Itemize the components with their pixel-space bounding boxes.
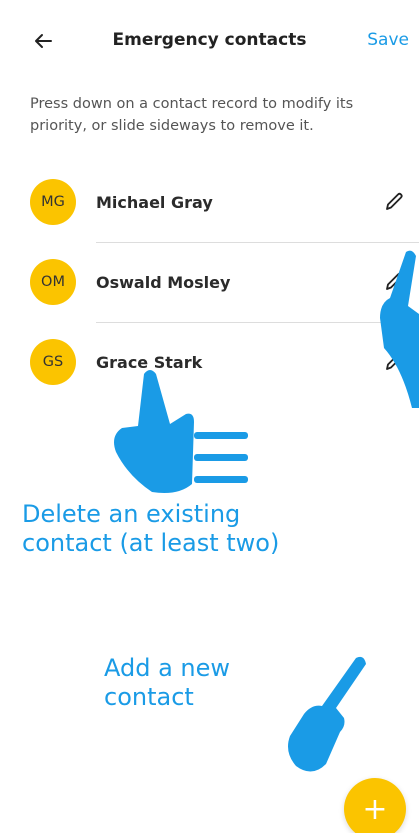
delete-annotation: Delete an existing contact (at least two… [22, 500, 279, 558]
pencil-icon [386, 192, 403, 210]
avatar: OM [30, 259, 76, 305]
pointing-hand-icon [288, 656, 366, 772]
delete-annotation-line-2: contact (at least two) [22, 529, 280, 557]
add-annotation-line-1: Add a new [104, 654, 231, 682]
swipe-hand-icon [114, 370, 248, 493]
pointing-hand-icon [380, 250, 419, 408]
edit-button[interactable] [381, 189, 407, 215]
app-header: Emergency contacts Save [0, 0, 419, 84]
contact-name: Michael Gray [96, 192, 213, 212]
plus-icon: + [362, 791, 388, 827]
add-annotation-line-2: contact [104, 683, 194, 711]
add-annotation: Add a new contact [104, 654, 230, 712]
delete-annotation-line-1: Delete an existing [22, 500, 241, 528]
contact-row[interactable]: OM Oswald Mosley [0, 242, 419, 322]
avatar: MG [30, 179, 76, 225]
contact-row[interactable]: MG Michael Gray [0, 162, 419, 242]
save-button[interactable]: Save [367, 30, 409, 50]
avatar: GS [30, 339, 76, 385]
add-contact-button[interactable]: + [344, 778, 406, 833]
contact-name: Oswald Mosley [96, 272, 231, 292]
instructions-text: Press down on a contact record to modify… [30, 96, 354, 134]
page-title: Emergency contacts [112, 30, 307, 50]
